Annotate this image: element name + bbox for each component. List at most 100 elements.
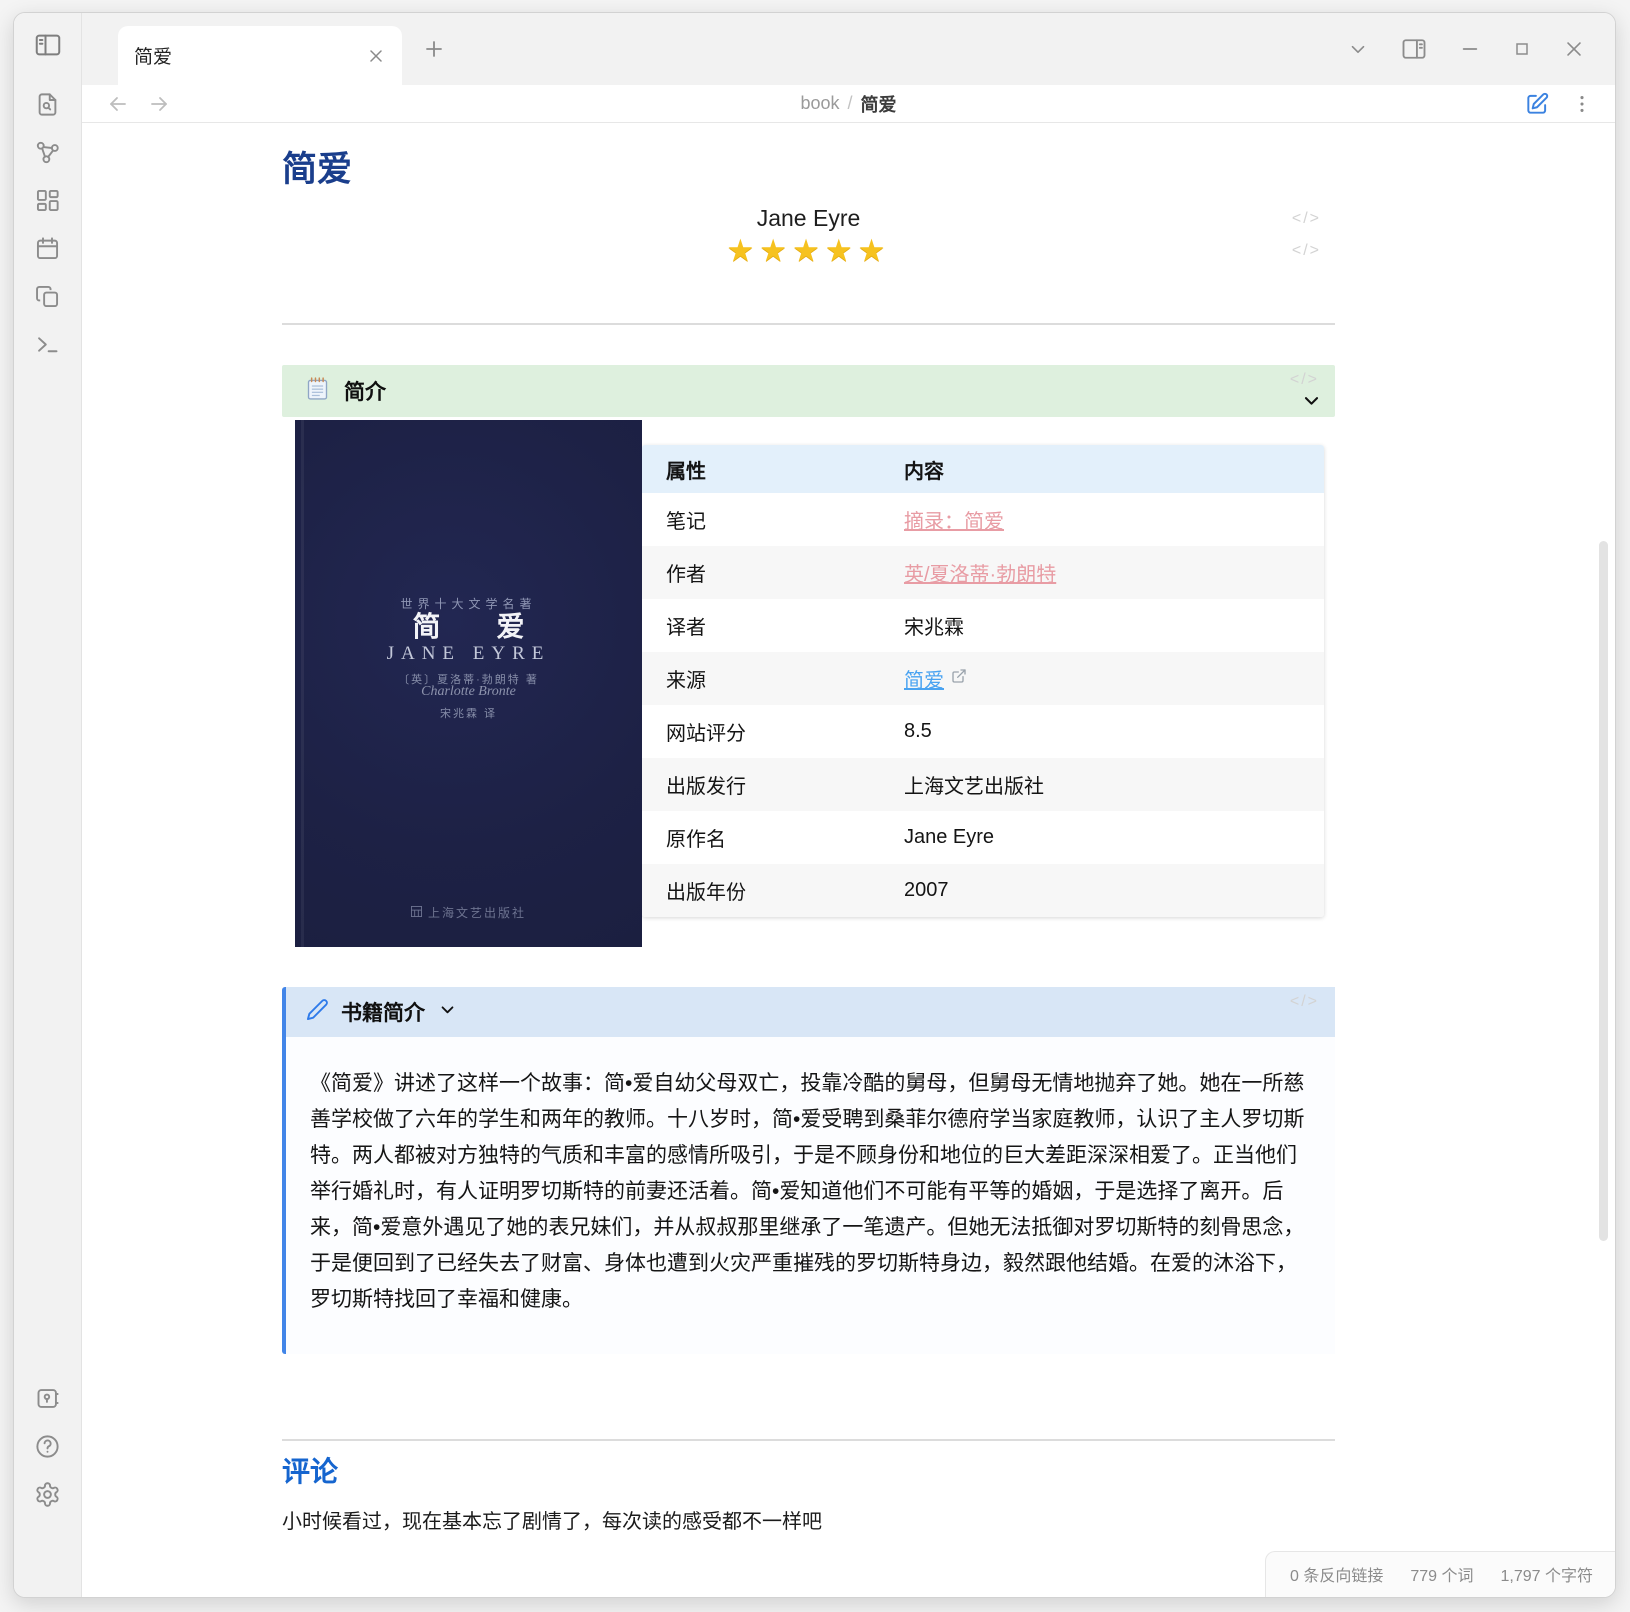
- breadcrumb-current[interactable]: 简爱: [861, 91, 897, 117]
- summary-text: 《简爱》讲述了这样一个故事：简•爱自幼父母双亡，投靠冷酷的舅母，但舅母无情地抛弃…: [286, 1037, 1335, 1354]
- breadcrumb: book / 简爱: [800, 85, 896, 122]
- row-value: 8.5: [904, 720, 1324, 743]
- edit-block-icon[interactable]: </>: [1290, 993, 1319, 1011]
- more-options-icon[interactable]: [1571, 93, 1593, 115]
- divider: [282, 1439, 1335, 1441]
- backlinks-count: 0 条反向链接: [1290, 1562, 1383, 1586]
- tab-close-icon[interactable]: [366, 46, 386, 66]
- notepad-icon: [304, 375, 331, 407]
- table-row: 出版发行 上海文艺出版社: [642, 758, 1324, 811]
- back-arrow-icon[interactable]: [106, 92, 130, 116]
- forward-arrow-icon[interactable]: [147, 92, 171, 116]
- vault-switcher-icon[interactable]: [34, 1385, 61, 1412]
- row-label: 出版发行: [642, 770, 904, 799]
- breadcrumb-separator: /: [848, 93, 853, 114]
- column-header: 属性: [642, 455, 904, 484]
- publisher-logo-icon: [411, 906, 422, 920]
- terminal-icon[interactable]: [34, 331, 61, 358]
- word-count: 779 个词: [1410, 1562, 1473, 1586]
- row-value: 上海文艺出版社: [904, 770, 1324, 799]
- left-ribbon: [14, 13, 82, 1597]
- close-window-icon[interactable]: [1563, 38, 1585, 60]
- header-actions: [1524, 91, 1615, 117]
- row-label: 网站评分: [642, 717, 904, 746]
- ribbon-actions: [34, 91, 61, 358]
- row-label: 来源: [642, 664, 904, 693]
- row-label: 译者: [642, 611, 904, 640]
- right-sidebar-toggle-icon[interactable]: [1400, 35, 1428, 63]
- note-column: 简爱 Jane Eyre </> ★★★★★ </>: [282, 141, 1335, 1534]
- left-sidebar-toggle-icon[interactable]: [33, 30, 63, 60]
- properties-table: 属性 内容 笔记 摘录：简爱 作者 英/夏洛蒂·勃朗特 译者: [642, 445, 1324, 917]
- graph-view-icon[interactable]: [34, 139, 61, 166]
- table-header-row: 属性 内容: [642, 445, 1324, 493]
- summary-callout: 书籍简介 </> 《简爱》讲述了这样一个故事：简•爱自幼父母双亡，投靠冷酷的舅母…: [282, 987, 1335, 1354]
- tab-jane-eyre[interactable]: 简爱: [118, 26, 402, 85]
- table-row: 作者 英/夏洛蒂·勃朗特: [642, 546, 1324, 599]
- status-bar: 0 条反向链接 779 个词 1,797 个字符: [1265, 1551, 1615, 1597]
- chevron-down-icon[interactable]: [439, 1001, 456, 1023]
- table-row: 原作名 Jane Eyre: [642, 811, 1324, 864]
- row-label: 出版年份: [642, 876, 904, 905]
- cover-author-en: Charlotte Bronte: [295, 684, 642, 700]
- calendar-icon[interactable]: [34, 235, 61, 262]
- cover-translator: 宋兆霖 译: [295, 705, 642, 721]
- ribbon-bottom: [34, 1385, 61, 1508]
- table-row: 译者 宋兆霖: [642, 599, 1324, 652]
- author-link[interactable]: 英/夏洛蒂·勃朗特: [904, 558, 1056, 587]
- cover-title-en: JANE EYRE: [295, 643, 642, 665]
- row-label: 原作名: [642, 823, 904, 852]
- row-value: Jane Eyre: [904, 826, 1324, 849]
- column-header: 内容: [904, 455, 1324, 484]
- edit-mode-icon[interactable]: [1524, 91, 1550, 117]
- edit-block-icon[interactable]: </>: [1290, 371, 1319, 389]
- breadcrumb-folder[interactable]: book: [800, 93, 839, 114]
- divider: [282, 323, 1335, 325]
- cover-title-cn: 简 爱: [295, 605, 642, 645]
- app-window: 简爱: [13, 12, 1616, 1598]
- copy-files-icon[interactable]: [34, 283, 61, 310]
- tab-list-chevron-icon[interactable]: [1347, 38, 1369, 60]
- row-value: 2007: [904, 879, 1324, 902]
- book-cover-image: 世界十大文学名著 简 爱 JANE EYRE 〔英〕夏洛蒂·勃朗特 著 Char…: [295, 420, 642, 947]
- help-icon[interactable]: [34, 1433, 61, 1460]
- comment-text: 小时候看过，现在基本忘了剧情了，每次读的感受都不一样吧: [282, 1505, 1335, 1534]
- tab-bar: 简爱: [82, 13, 1615, 85]
- edit-block-icon[interactable]: </>: [1292, 210, 1321, 228]
- pencil-icon: [306, 998, 329, 1026]
- window-controls: [1347, 35, 1615, 63]
- maximize-icon[interactable]: [1512, 39, 1532, 59]
- table-row: 来源 简爱: [642, 652, 1324, 705]
- rating-row: ★★★★★ </>: [282, 233, 1335, 269]
- note-content: 简爱 Jane Eyre </> ★★★★★ </>: [82, 123, 1615, 1597]
- subtitle-row: Jane Eyre </>: [282, 205, 1335, 232]
- cover-publisher: 上海文艺出版社: [295, 904, 642, 921]
- table-row: 网站评分 8.5: [642, 705, 1324, 758]
- new-tab-icon[interactable]: [422, 37, 446, 61]
- intro-callout-header[interactable]: 简介 </>: [282, 365, 1335, 417]
- summary-callout-header[interactable]: 书籍简介 </>: [286, 987, 1335, 1037]
- edit-block-icon[interactable]: </>: [1292, 242, 1321, 260]
- char-count: 1,797 个字符: [1501, 1562, 1594, 1586]
- dashboard-icon[interactable]: [34, 187, 61, 214]
- note-link[interactable]: 摘录：简爱: [904, 505, 1004, 534]
- nav-arrows: [82, 92, 171, 116]
- scrollbar-thumb[interactable]: [1599, 541, 1608, 1241]
- row-value: 宋兆霖: [904, 611, 1324, 640]
- intro-body: 世界十大文学名著 简 爱 JANE EYRE 〔英〕夏洛蒂·勃朗特 著 Char…: [282, 420, 1335, 947]
- table-row: 出版年份 2007: [642, 864, 1324, 917]
- minimize-icon[interactable]: [1459, 38, 1481, 60]
- source-link[interactable]: 简爱: [904, 664, 944, 693]
- table-row: 笔记 摘录：简爱: [642, 493, 1324, 546]
- row-label: 笔记: [642, 505, 904, 534]
- summary-callout-title: 书籍简介: [341, 997, 425, 1027]
- settings-gear-icon[interactable]: [34, 1481, 61, 1508]
- chevron-down-icon[interactable]: [1302, 391, 1321, 415]
- file-search-icon[interactable]: [34, 91, 61, 118]
- tab-title: 简爱: [134, 42, 366, 69]
- book-subtitle: Jane Eyre: [282, 205, 1335, 232]
- main-pane: 简爱: [82, 13, 1615, 1597]
- row-label: 作者: [642, 558, 904, 587]
- external-link-icon[interactable]: [951, 667, 967, 690]
- page-title: 简爱: [282, 141, 1335, 192]
